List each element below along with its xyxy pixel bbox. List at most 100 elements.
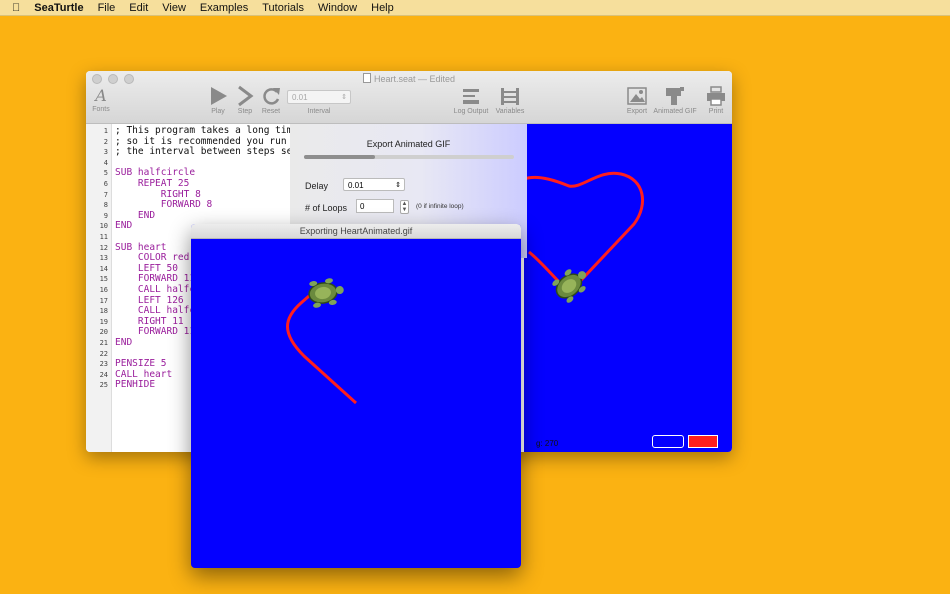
line-number: 9 [103, 211, 108, 220]
variables-icon [501, 88, 519, 105]
menu-examples[interactable]: Examples [200, 2, 248, 14]
document-icon [362, 73, 371, 83]
menu-file[interactable]: File [98, 2, 116, 14]
play-icon [211, 87, 227, 105]
line-number: 5 [103, 169, 108, 178]
code-line: END [115, 337, 133, 348]
export-preview-drawing [286, 278, 358, 405]
code-line: LEFT 50 [115, 262, 178, 274]
delay-value: 0.01 [348, 181, 364, 190]
menu-help[interactable]: Help [371, 2, 394, 14]
variables-button[interactable]: Variables [492, 85, 528, 115]
delay-select[interactable]: 0.01 ⇕ [343, 178, 405, 191]
line-number: 15 [99, 275, 108, 284]
window-title: Heart.seat — Edited [86, 73, 732, 84]
line-number: 13 [99, 254, 108, 263]
export-progress-fill [304, 155, 376, 159]
code-line: RIGHT 11 [115, 315, 184, 327]
code-line: RIGHT 8 [115, 188, 201, 200]
menu-view[interactable]: View [162, 2, 186, 14]
print-label: Print [708, 108, 724, 115]
export-button[interactable]: Export [624, 85, 650, 115]
menu-app-name[interactable]: SeaTurtle [34, 2, 83, 14]
print-button[interactable]: Print [704, 85, 728, 115]
apple-menu-icon[interactable]:  [12, 2, 20, 14]
code-line: CALL halfc: [115, 284, 201, 295]
line-number: 3 [103, 148, 108, 157]
heart-drawing [523, 171, 644, 303]
fonts-icon: A [95, 86, 107, 105]
code-line: END [115, 209, 156, 221]
line-number: 6 [103, 180, 108, 188]
window-title-text: Heart.seat [373, 74, 416, 84]
line-number: 25 [99, 381, 108, 390]
fonts-label: Fonts [92, 106, 110, 113]
line-number: 18 [99, 307, 108, 316]
line-number: 16 [99, 286, 108, 294]
menu-bar:  SeaTurtle File Edit View Examples Tuto… [0, 0, 950, 16]
line-number: 24 [99, 370, 108, 379]
background-color-swatch[interactable] [652, 435, 684, 448]
loops-field[interactable]: 0 [356, 199, 394, 213]
line-number: 17 [99, 296, 108, 305]
line-number: 2 [103, 137, 108, 146]
line-number: 1 [103, 127, 108, 135]
export-panel-title: Export Animated GIF [366, 139, 451, 149]
code-line: PENHIDE [115, 379, 156, 391]
code-line: LEFT 126 [115, 294, 184, 306]
line-number: 21 [99, 339, 108, 347]
line-number: 14 [99, 264, 108, 273]
code-line: CALL heart [115, 368, 173, 380]
status-text: g: 270 [536, 439, 559, 448]
fonts-button[interactable]: A Fonts [92, 85, 110, 113]
delay-label: Delay [305, 181, 329, 191]
line-number: 19 [99, 317, 108, 326]
stepper-icon: ⇕ [341, 94, 347, 101]
interval-field[interactable]: 0.01 ⇕ [287, 90, 351, 104]
line-number: 8 [103, 201, 108, 210]
line-number: 22 [99, 349, 108, 358]
step-label: Step [237, 108, 253, 115]
play-button[interactable]: Play [206, 85, 230, 115]
menu-tutorials[interactable]: Tutorials [262, 2, 304, 14]
step-icon [238, 85, 254, 107]
menu-edit[interactable]: Edit [129, 2, 148, 14]
code-line: REPEAT 25 [115, 178, 190, 189]
log-output-button[interactable]: Log Output [450, 85, 492, 115]
log-output-label: Log Output [453, 108, 489, 115]
title-bar: Heart.seat — Edited A Fonts Play Step Re… [86, 71, 732, 124]
loops-hint: (0 if infinite loop) [416, 203, 464, 210]
code-line: ; the interval between steps set [115, 146, 291, 158]
code-line: FORWARD 11 [115, 273, 196, 285]
code-line: PENSIZE 5 [115, 358, 167, 370]
menu-window[interactable]: Window [318, 2, 357, 14]
reset-button[interactable]: Reset [259, 85, 283, 115]
interval-value: 0.01 [292, 93, 308, 102]
pen-color-swatch[interactable] [688, 435, 718, 448]
line-number: 7 [103, 190, 108, 199]
reset-label: Reset [261, 108, 281, 115]
loops-stepper[interactable]: ▲ ▼ [400, 200, 409, 214]
animated-gif-button[interactable]: Animated GIF [652, 85, 698, 115]
line-number: 4 [103, 158, 108, 167]
code-line: COLOR red [115, 252, 190, 264]
loops-label: # of Loops [305, 203, 348, 213]
code-line: SUB halfcircle [115, 167, 196, 179]
export-heart-path [286, 294, 358, 405]
code-line: FORWARD 8 [115, 199, 213, 211]
log-output-icon [463, 89, 479, 104]
line-number: 23 [99, 360, 108, 369]
turtle-icon [552, 269, 587, 303]
turtle-canvas [523, 124, 732, 452]
stepper-icon: ⇕ [395, 182, 401, 189]
line-number: 20 [99, 328, 108, 337]
step-button[interactable]: Step [233, 85, 257, 115]
printer-icon [707, 86, 725, 106]
line-number: 11 [99, 233, 108, 241]
loops-value: 0 [360, 202, 365, 211]
export-image-icon [627, 87, 647, 105]
code-line: CALL halfc: [115, 305, 201, 317]
play-label: Play [211, 108, 225, 115]
export-preview-window: Exporting HeartAnimated.gif [191, 224, 521, 568]
export-label: Export [626, 108, 648, 115]
